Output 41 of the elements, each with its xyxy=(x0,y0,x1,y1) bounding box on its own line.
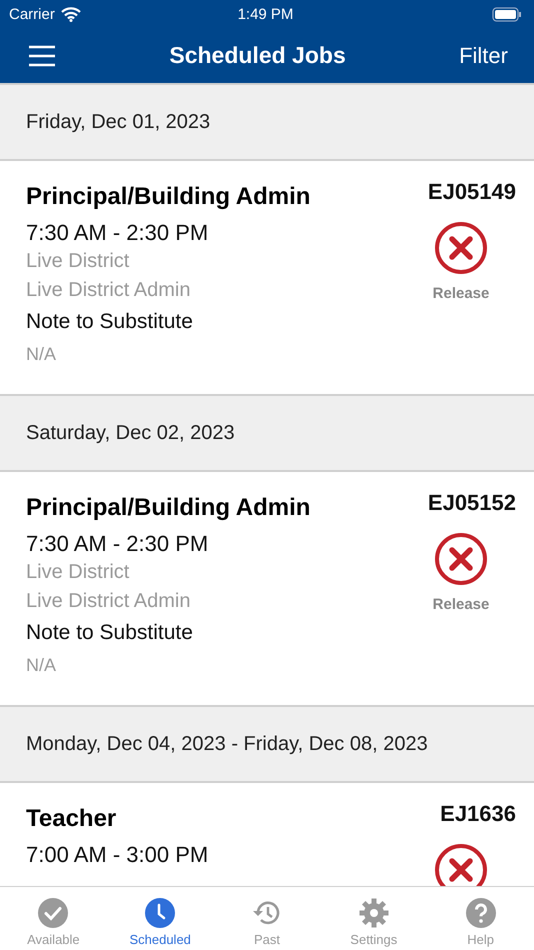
close-circle-icon xyxy=(434,221,488,275)
tab-bar-item[interactable]: Past xyxy=(214,887,320,950)
help-icon xyxy=(464,897,497,929)
note-label: Note to Substitute xyxy=(26,310,194,334)
settings-icon xyxy=(358,897,390,929)
note-label: Note to Substitute xyxy=(26,621,194,645)
wifi-icon xyxy=(60,6,81,22)
job-time: 7:30 AM - 2:30 PM xyxy=(26,531,210,557)
job-location: Live District xyxy=(26,561,130,584)
release-button[interactable] xyxy=(434,843,488,886)
menu-button[interactable] xyxy=(28,44,56,68)
release-button[interactable]: Release xyxy=(432,532,490,613)
note-text: N/A xyxy=(26,344,58,365)
job-title: Principal/Building Admin xyxy=(26,494,310,522)
job-id: EJ05152 xyxy=(428,490,516,516)
check-circle-icon xyxy=(37,897,70,929)
date-header: Saturday, Dec 02, 2023 xyxy=(0,394,534,472)
carrier-label: Carrier xyxy=(9,6,55,22)
job-time: 7:30 AM - 2:30 PM xyxy=(26,220,210,246)
job-title: Teacher xyxy=(26,805,118,833)
tab-bar-item[interactable]: Scheduled xyxy=(106,887,214,950)
job-contact: Live District Admin xyxy=(26,590,192,613)
job-contact: Live District Admin xyxy=(26,279,192,302)
date-header: Monday, Dec 04, 2023 - Friday, Dec 08, 2023 xyxy=(0,705,534,783)
tab-bar-item[interactable]: Settings xyxy=(320,887,428,950)
clock-time: 1:49 PM xyxy=(238,6,294,22)
job-location: Live District xyxy=(26,250,130,273)
release-button[interactable]: Release xyxy=(432,221,490,302)
date-header: Friday, Dec 01, 2023 xyxy=(0,83,534,161)
job-title: Principal/Building Admin xyxy=(26,183,310,211)
note-text: N/A xyxy=(26,655,58,676)
job-id: EJ1636 xyxy=(440,801,516,827)
job-time: 7:00 AM - 3:00 PM xyxy=(26,842,208,868)
tab-bar-item[interactable]: Help xyxy=(427,887,534,950)
filter-button[interactable]: Filter xyxy=(459,42,508,68)
close-circle-icon xyxy=(434,532,488,586)
tab-bar-item[interactable]: Available xyxy=(0,887,107,950)
job-id: EJ05149 xyxy=(428,179,516,205)
battery-icon xyxy=(492,6,522,22)
screen-title: Scheduled Jobs xyxy=(169,42,346,69)
clock-icon xyxy=(144,897,176,929)
